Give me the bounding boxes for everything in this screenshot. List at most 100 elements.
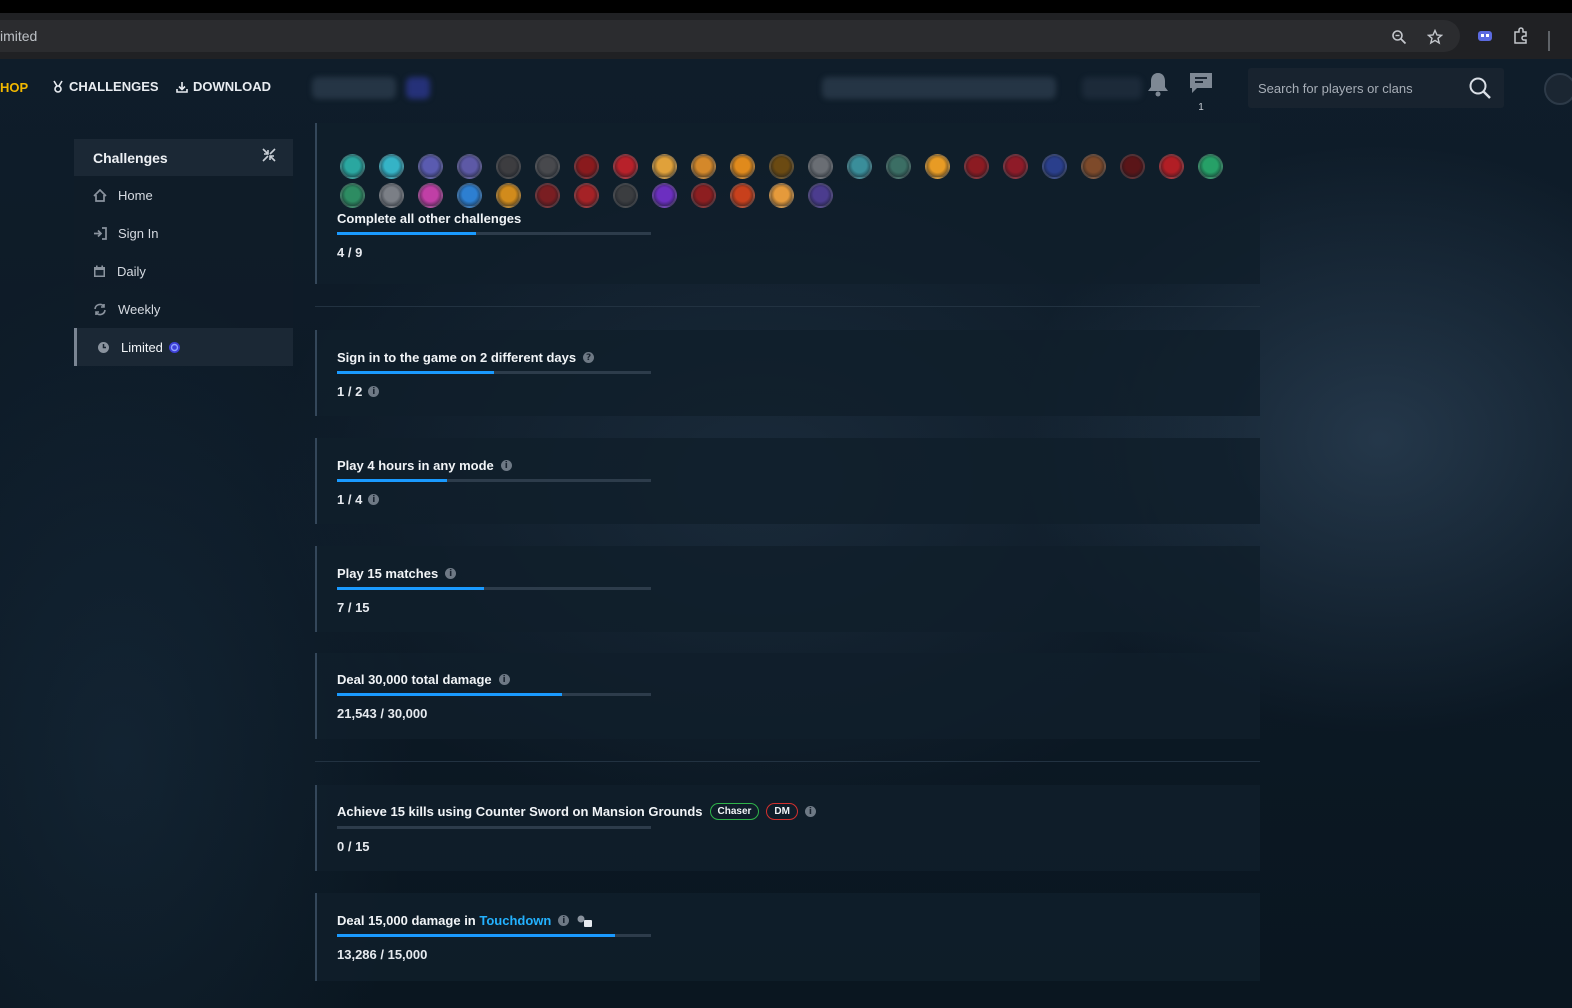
info-icon[interactable]: i xyxy=(804,806,816,817)
sidebar-item-home[interactable]: Home xyxy=(74,176,293,214)
sidebar-item-sign-in[interactable]: Sign In xyxy=(74,214,293,252)
notifications-bell-icon[interactable] xyxy=(1146,71,1170,102)
reward-item-icon[interactable] xyxy=(337,153,368,179)
reward-item-icon[interactable] xyxy=(610,182,641,208)
reward-item-icon[interactable] xyxy=(1039,153,1070,179)
challenge-card-touchdown-damage: Deal 15,000 damage in Touchdown i 13,286… xyxy=(315,893,1260,981)
reward-item-icon[interactable] xyxy=(376,182,407,208)
progress-text: 4 / 9 xyxy=(337,245,363,260)
nav-download-link[interactable]: DOWNLOAD xyxy=(176,79,271,94)
challenge-card-play-hours: Play 4 hours in any mode i 1 / 4 i xyxy=(315,438,1260,524)
reward-icons xyxy=(337,153,1237,208)
nav-shop-link[interactable]: HOP xyxy=(0,80,28,95)
bookmark-star-icon[interactable] xyxy=(1424,26,1446,48)
reward-item-icon[interactable] xyxy=(610,153,641,179)
touchdown-mode-link[interactable]: Touchdown xyxy=(479,913,551,928)
extension-app-icon[interactable] xyxy=(1474,25,1496,47)
blurred-account-stats xyxy=(822,77,1056,99)
progress-text: 0 / 15 xyxy=(337,839,370,854)
reward-item-icon[interactable] xyxy=(883,153,914,179)
nav-download-label: DOWNLOAD xyxy=(193,79,271,94)
search-icon[interactable] xyxy=(1468,76,1492,105)
help-icon[interactable]: ? xyxy=(583,352,595,363)
extensions-puzzle-icon[interactable] xyxy=(1510,25,1532,47)
reward-item-icon[interactable] xyxy=(961,153,992,179)
medal-icon xyxy=(53,80,63,93)
info-icon[interactable]: i xyxy=(498,674,510,685)
progress-bar-fill xyxy=(337,693,563,696)
reward-item-icon[interactable] xyxy=(454,153,485,179)
reward-item-icon[interactable] xyxy=(1000,153,1031,179)
message-icon xyxy=(1190,73,1212,93)
blurred-nav-item xyxy=(312,77,396,99)
blurred-currency xyxy=(1082,77,1142,99)
reward-item-icon[interactable] xyxy=(844,153,875,179)
reward-item-icon[interactable] xyxy=(532,182,563,208)
limited-badge-icon xyxy=(168,341,180,353)
info-icon[interactable]: i xyxy=(500,460,512,471)
site-nav: HOP CHALLENGES DOWNLOAD 1 xyxy=(0,59,1572,119)
reward-item-icon[interactable] xyxy=(766,153,797,179)
nav-challenges-link[interactable]: CHALLENGES xyxy=(52,79,159,94)
reward-item-icon[interactable] xyxy=(1195,153,1226,179)
reward-item-icon[interactable] xyxy=(415,182,446,208)
zoom-icon[interactable] xyxy=(1388,26,1410,48)
url-text[interactable]: imited xyxy=(0,28,37,44)
sidebar-title: Challenges xyxy=(93,149,168,166)
reward-item-icon[interactable] xyxy=(532,153,563,179)
calendar-icon xyxy=(94,265,105,277)
reward-item-icon[interactable] xyxy=(688,182,719,208)
mode-tag-chaser: Chaser xyxy=(709,803,760,820)
collapse-icon[interactable] xyxy=(261,147,277,168)
info-icon[interactable]: i xyxy=(368,386,380,397)
nav-challenges-label: CHALLENGES xyxy=(69,79,159,94)
reward-item-icon[interactable] xyxy=(493,153,524,179)
messages-button[interactable]: 1 xyxy=(1188,71,1214,113)
message-count: 1 xyxy=(1198,102,1204,113)
sidebar-item-limited[interactable]: Limited xyxy=(74,328,293,366)
refresh-icon xyxy=(94,303,106,315)
toolbar-divider xyxy=(1548,31,1550,51)
reward-item-icon[interactable] xyxy=(1078,153,1109,179)
reward-item-icon[interactable] xyxy=(454,182,485,208)
reward-item-icon[interactable] xyxy=(688,153,719,179)
challenges-sidebar: Challenges Home Sign In Daily Weekly Lim… xyxy=(74,139,293,366)
reward-item-icon[interactable] xyxy=(1117,153,1148,179)
reward-item-icon[interactable] xyxy=(337,182,368,208)
reward-item-icon[interactable] xyxy=(805,153,836,179)
challenge-card-total-damage: Deal 30,000 total damage i 21,543 / 30,0… xyxy=(315,653,1260,739)
user-avatar[interactable] xyxy=(1544,73,1572,105)
info-icon[interactable]: i xyxy=(558,915,570,926)
challenge-title: Play 15 matches xyxy=(337,566,439,581)
progress-bar xyxy=(337,693,651,696)
progress-bar xyxy=(337,826,651,829)
reward-item-icon[interactable] xyxy=(571,182,602,208)
reward-item-icon[interactable] xyxy=(415,153,446,179)
info-icon[interactable]: i xyxy=(368,494,380,505)
reward-item-icon[interactable] xyxy=(727,153,758,179)
address-bar[interactable]: imited xyxy=(0,20,1460,52)
challenge-title: Play 4 hours in any mode xyxy=(337,458,494,473)
reward-item-icon[interactable] xyxy=(649,182,680,208)
reward-item-icon[interactable] xyxy=(922,153,953,179)
reward-item-icon[interactable] xyxy=(766,182,797,208)
reward-item-icon[interactable] xyxy=(571,153,602,179)
player-search xyxy=(1248,68,1504,108)
challenge-title: Complete all other challenges xyxy=(337,211,522,226)
reward-item-icon[interactable] xyxy=(1156,153,1187,179)
sidebar-item-weekly[interactable]: Weekly xyxy=(74,290,293,328)
reward-item-icon[interactable] xyxy=(493,182,524,208)
sidebar-item-label: Limited xyxy=(121,339,163,355)
sidebar-item-label: Sign In xyxy=(118,225,159,241)
progress-bar-fill xyxy=(337,371,494,374)
reward-item-icon[interactable] xyxy=(805,182,836,208)
reward-item-icon[interactable] xyxy=(727,182,758,208)
progress-text: 1 / 4 xyxy=(337,492,363,507)
sidebar-item-daily[interactable]: Daily xyxy=(74,252,293,290)
reward-item-icon[interactable] xyxy=(649,153,680,179)
download-icon xyxy=(176,81,188,93)
info-icon[interactable]: i xyxy=(445,568,457,579)
progress-bar-fill xyxy=(337,587,484,590)
search-input[interactable] xyxy=(1248,80,1448,96)
reward-item-icon[interactable] xyxy=(376,153,407,179)
